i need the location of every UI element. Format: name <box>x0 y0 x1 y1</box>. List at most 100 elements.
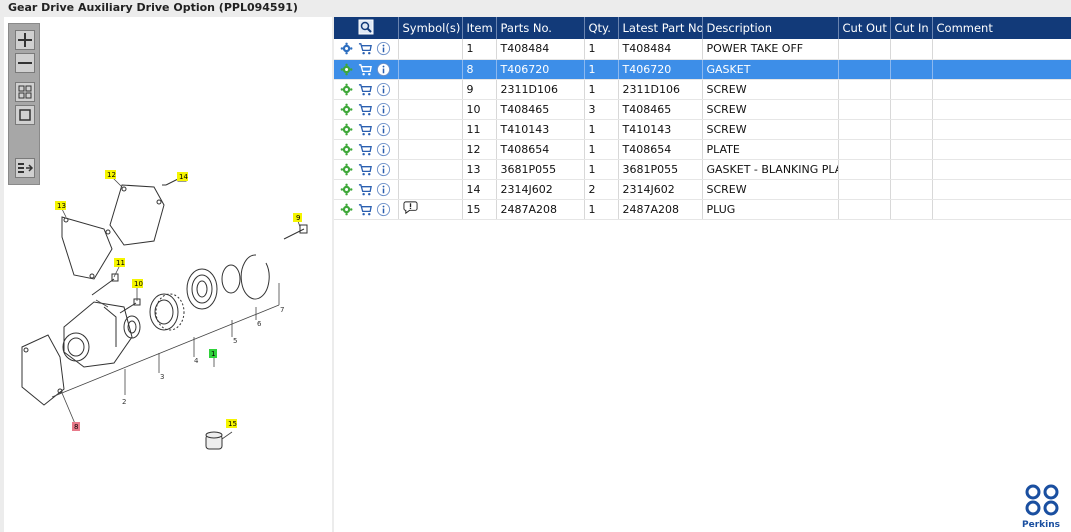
shopping-cart-icon[interactable] <box>358 82 373 97</box>
column-header-qty[interactable]: Qty. <box>584 17 619 39</box>
gear-icon[interactable] <box>340 162 355 177</box>
column-header-cut-in[interactable]: Cut In <box>890 17 933 39</box>
shopping-cart-icon[interactable] <box>358 202 373 217</box>
cut-in-cell <box>890 119 933 140</box>
part-number-cell[interactable]: T410143 <box>496 119 585 140</box>
column-header-comment[interactable]: Comment <box>932 17 1071 39</box>
exploded-view-drawing[interactable]: 2 3 4 5 6 7 12 14 13 9 11 10 1 8 15 <box>4 17 332 532</box>
table-header-row: Symbol(s) Item Parts No. Qty. Latest Par… <box>334 17 1071 39</box>
callout-9[interactable]: 9 <box>293 213 302 222</box>
callout-11[interactable]: 11 <box>114 258 125 267</box>
exclamation-bubble-icon[interactable] <box>402 200 418 215</box>
gear-icon[interactable] <box>340 122 355 137</box>
column-header-parts-no[interactable]: Parts No. <box>496 17 585 39</box>
column-header-item[interactable]: Item <box>462 17 497 39</box>
column-header-cut-out[interactable]: Cut Out <box>838 17 891 39</box>
comment-cell <box>932 59 1071 80</box>
description-cell: SCREW <box>702 79 839 100</box>
part-number-cell[interactable]: T408465 <box>496 99 585 120</box>
latest-part-number-cell[interactable]: T406720 <box>618 59 703 80</box>
fit-view-button[interactable] <box>15 82 35 102</box>
screw-9-shape <box>283 224 308 240</box>
qty-cell: 1 <box>584 159 619 180</box>
next-page-icon <box>18 163 34 173</box>
info-icon[interactable] <box>376 102 391 117</box>
table-row[interactable]: 9 2311D106 1 2311D106 SCREW <box>334 79 1071 100</box>
perkins-logo: Perkins <box>1022 484 1065 530</box>
callout-8[interactable]: 8 <box>72 422 80 431</box>
info-icon[interactable] <box>376 122 391 137</box>
part-number-cell[interactable]: 2311D106 <box>496 79 585 100</box>
gears-icon[interactable] <box>340 41 355 56</box>
item-cell: 14 <box>462 179 497 200</box>
info-icon[interactable] <box>376 62 391 77</box>
part-number-cell[interactable]: 3681P055 <box>496 159 585 180</box>
callout-13[interactable]: 13 <box>55 201 66 210</box>
latest-part-number-cell[interactable]: 2487A208 <box>618 199 703 220</box>
info-icon[interactable] <box>376 41 391 56</box>
table-row[interactable]: 15 2487A208 1 2487A208 PLUG <box>334 199 1071 220</box>
actual-size-button[interactable] <box>15 105 35 125</box>
part-number-cell[interactable]: 2487A208 <box>496 199 585 220</box>
callout-12[interactable]: 12 <box>105 170 116 179</box>
info-icon[interactable] <box>376 82 391 97</box>
shopping-cart-icon[interactable] <box>358 162 373 177</box>
column-header-description[interactable]: Description <box>702 17 839 39</box>
info-icon[interactable] <box>376 142 391 157</box>
info-icon[interactable] <box>376 182 391 197</box>
latest-part-number-cell[interactable]: T408654 <box>618 139 703 160</box>
column-header-actions[interactable] <box>334 17 399 39</box>
cut-out-cell <box>838 179 891 200</box>
shopping-cart-icon[interactable] <box>358 102 373 117</box>
shopping-cart-icon[interactable] <box>358 182 373 197</box>
gear-icon[interactable] <box>340 82 355 97</box>
info-icon[interactable] <box>376 162 391 177</box>
description-cell: SCREW <box>702 99 839 120</box>
latest-part-number-cell[interactable]: T408484 <box>618 39 703 60</box>
table-row[interactable]: 1 T408484 1 T408484 POWER TAKE OFF <box>334 39 1071 60</box>
gear-icon[interactable] <box>340 142 355 157</box>
table-row[interactable]: 133681P05513681P055GASKET - BLANKING PLA… <box>334 159 1071 180</box>
part-number-cell[interactable]: T408654 <box>496 139 585 160</box>
svg-text:13: 13 <box>57 202 66 210</box>
shopping-cart-icon[interactable] <box>358 41 373 56</box>
latest-part-number-cell[interactable]: 2314J602 <box>618 179 703 200</box>
info-icon[interactable] <box>376 202 391 217</box>
zoom-out-button[interactable] <box>15 53 35 73</box>
table-row[interactable]: 11 T410143 1 T410143 SCREW <box>334 119 1071 140</box>
latest-part-number-cell[interactable]: T408465 <box>618 99 703 120</box>
drawing-panel[interactable]: 2 3 4 5 6 7 12 14 13 9 11 10 1 8 15 <box>4 17 332 532</box>
part-number-cell[interactable]: T406720 <box>496 59 585 80</box>
latest-part-number-cell[interactable]: 2311D106 <box>618 79 703 100</box>
shopping-cart-icon[interactable] <box>358 142 373 157</box>
gear-icon[interactable] <box>340 102 355 117</box>
gear-icon[interactable] <box>340 202 355 217</box>
table-row[interactable]: 8 T406720 1 T406720 GASKET <box>334 59 1071 80</box>
leader-label-7: 7 <box>280 306 284 314</box>
ring-7-shape <box>240 254 270 300</box>
part-number-cell[interactable]: T408484 <box>496 39 585 60</box>
column-header-symbols[interactable]: Symbol(s) <box>398 17 463 39</box>
zoom-in-button[interactable] <box>15 30 35 50</box>
next-page-button[interactable] <box>15 158 35 178</box>
latest-part-number-cell[interactable]: T410143 <box>618 119 703 140</box>
table-row[interactable]: 12 T408654 1 T408654 PLATE <box>334 139 1071 160</box>
screw-10-shape <box>119 298 141 314</box>
table-row[interactable]: 14 2314J602 2 2314J602 SCREW <box>334 179 1071 200</box>
part-number-cell[interactable]: 2314J602 <box>496 179 585 200</box>
plate-12-shape <box>109 184 165 246</box>
callout-14[interactable]: 14 <box>177 172 188 181</box>
latest-part-number-cell[interactable]: 3681P055 <box>618 159 703 180</box>
gear-icon[interactable] <box>340 62 355 77</box>
shopping-cart-icon[interactable] <box>358 122 373 137</box>
table-row[interactable]: 10 T408465 3 T408465 SCREW <box>334 99 1071 120</box>
shopping-cart-icon[interactable] <box>358 62 373 77</box>
parts-list-panel: Symbol(s) Item Parts No. Qty. Latest Par… <box>334 17 1071 532</box>
parts-search-icon <box>358 19 374 34</box>
comment-cell <box>932 119 1071 140</box>
callout-15[interactable]: 15 <box>226 419 237 428</box>
callout-10[interactable]: 10 <box>132 279 143 288</box>
column-header-latest-part-no[interactable]: Latest Part No. <box>618 17 703 39</box>
callout-1[interactable]: 1 <box>209 349 217 358</box>
gear-icon[interactable] <box>340 182 355 197</box>
